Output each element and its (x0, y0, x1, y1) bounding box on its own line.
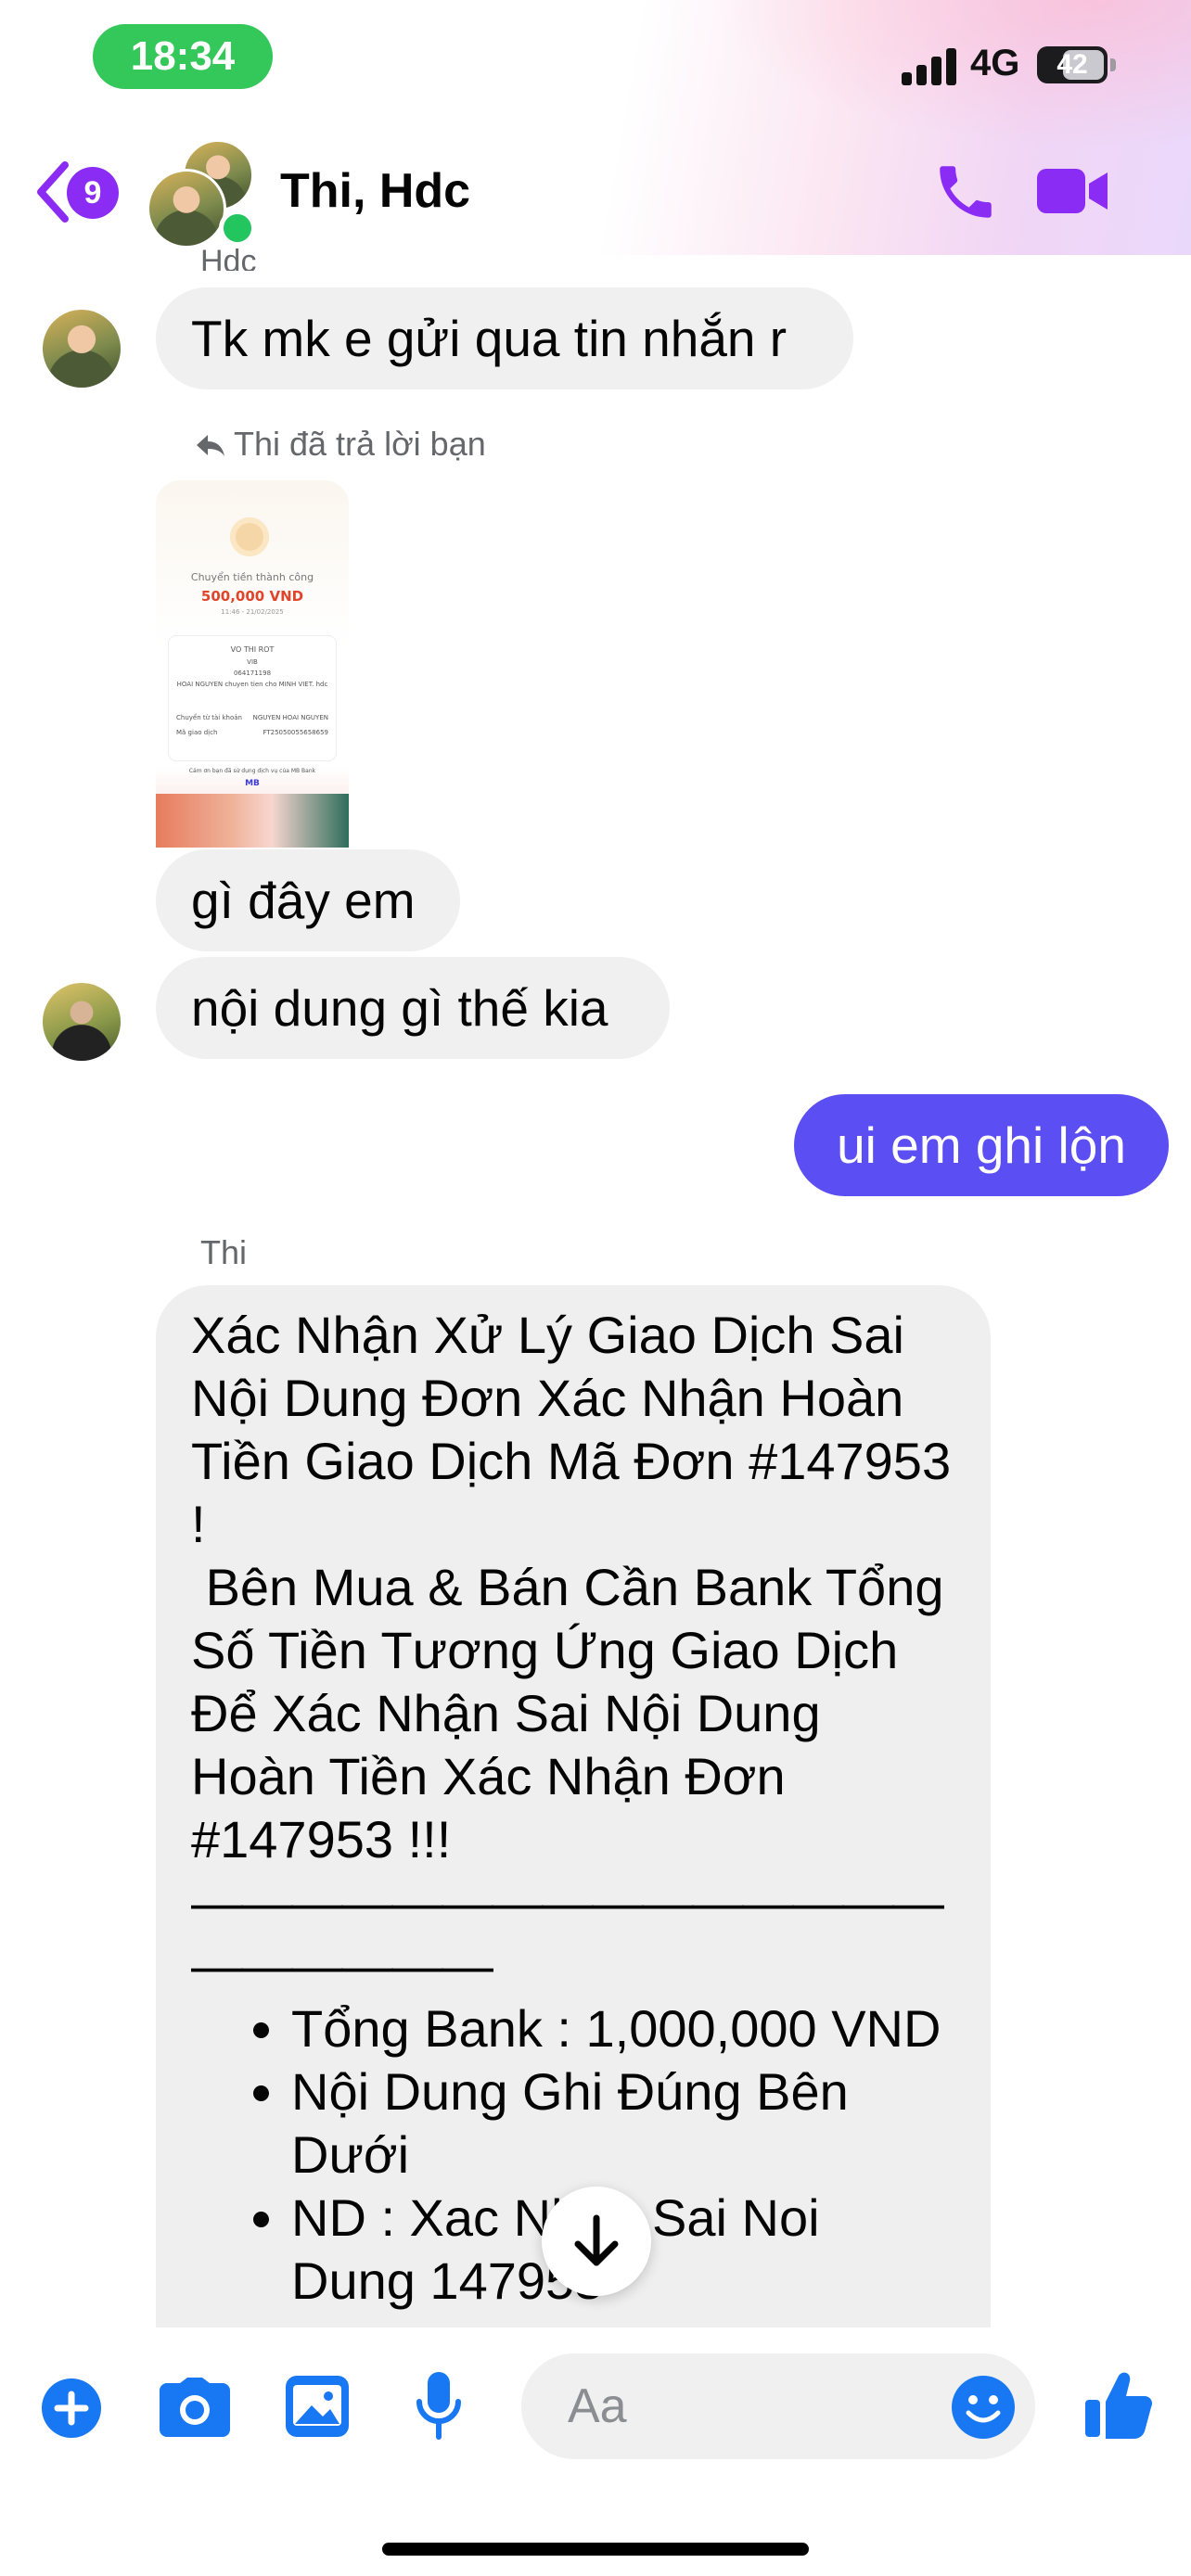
receipt-title: Chuyển tiền thành công (190, 571, 314, 583)
receipt-action-bar (156, 794, 349, 848)
add-plus-icon[interactable] (41, 2378, 102, 2439)
receipt-recipient: VO THI ROT (230, 645, 275, 654)
success-check-icon (230, 517, 269, 556)
cellular-signal-icon (902, 46, 957, 85)
mb-bank-logo: MB (245, 779, 260, 788)
receipt-code-label: Mã giao dịch (176, 729, 218, 736)
video-call-icon[interactable] (1035, 163, 1109, 219)
battery-tip (1110, 58, 1116, 71)
receipt-footer: Cảm ơn bạn đã sử dụng dịch vụ của MB Ban… (188, 768, 316, 774)
microphone-icon[interactable] (416, 2372, 462, 2442)
receipt-account: 064171198 (233, 670, 272, 677)
phone-call-icon[interactable] (931, 158, 1000, 226)
message-text: nội dung gì thế kia (191, 979, 608, 1037)
sender-avatar[interactable] (43, 983, 121, 1061)
network-type: 4G (970, 43, 1020, 83)
sender-name: Thi (200, 1233, 248, 1271)
receipt-amount: 500,000 VND (200, 588, 304, 605)
message-paragraph: Xác Nhận Xử Lý Giao Dịch Sai Nội Dung Đơ… (191, 1306, 952, 1553)
reply-arrow-icon (197, 435, 224, 456)
receipt-from-label: Chuyển từ tài khoản (176, 714, 242, 721)
scroll-to-bottom-button[interactable] (542, 2187, 651, 2296)
receipt-timestamp: 11:46 - 21/02/2025 (221, 608, 284, 616)
reply-label: Thi đã trả lời bạn (234, 425, 486, 463)
message-bubble[interactable]: Tk mk e gửi qua tin nhắn r (156, 287, 853, 389)
arrow-down-icon (574, 2214, 619, 2266)
sent-message-bubble[interactable]: ui em ghi lộn (794, 1094, 1169, 1196)
bullet-item: Nội Dung Ghi Đúng Bên Dưới (291, 2060, 957, 2187)
receipt-code-value: FT25050055658659 (263, 729, 328, 736)
message-text: Tk mk e gửi qua tin nhắn r (191, 310, 788, 367)
receipt-memo: HOAI NGUYEN chuyen tien cho MINH VIET. h… (176, 681, 328, 688)
receipt-card: VO THI ROT VIB 064171198 HOAI NGUYEN chu… (169, 636, 336, 760)
receipt-bank: VIB (247, 658, 258, 666)
message-separator: ————————————————————— (191, 1873, 944, 1995)
message-bubble[interactable]: gì đây em (156, 849, 460, 951)
battery-level: 42 (1057, 49, 1088, 80)
bullet-item: Tổng Bank : 1,000,000 VND (291, 1997, 957, 2060)
home-indicator (382, 2543, 809, 2556)
reply-indicator: Thi đã trả lời bạn (195, 425, 486, 464)
camera-icon[interactable] (160, 2378, 230, 2437)
receipt-from-value: NGUYEN HOAI NGUYEN (252, 714, 328, 721)
gallery-image-icon[interactable] (286, 2376, 349, 2437)
unread-count-badge[interactable]: 9 (67, 167, 119, 219)
status-time: 18:34 (93, 24, 273, 89)
sender-name: Hdc (200, 244, 257, 271)
chat-title[interactable]: Thi, Hdc (280, 163, 470, 219)
emoji-smiley-icon[interactable] (950, 2374, 1017, 2441)
sender-avatar[interactable] (43, 310, 121, 388)
thumbs-up-like-icon[interactable] (1085, 2370, 1152, 2439)
message-paragraph: Bên Mua & Bán Cần Bank Tổng Số Tiền Tươn… (191, 1558, 959, 1868)
message-text: gì đây em (191, 872, 416, 929)
transfer-receipt-image[interactable]: Chuyển tiền thành công 500,000 VND 11:46… (156, 480, 349, 848)
battery-icon: 42 (1037, 46, 1108, 83)
long-message-bubble[interactable]: Xác Nhận Xử Lý Giao Dịch Sai Nội Dung Đơ… (156, 1285, 991, 2327)
message-bubble[interactable]: nội dung gì thế kia (156, 957, 670, 1059)
